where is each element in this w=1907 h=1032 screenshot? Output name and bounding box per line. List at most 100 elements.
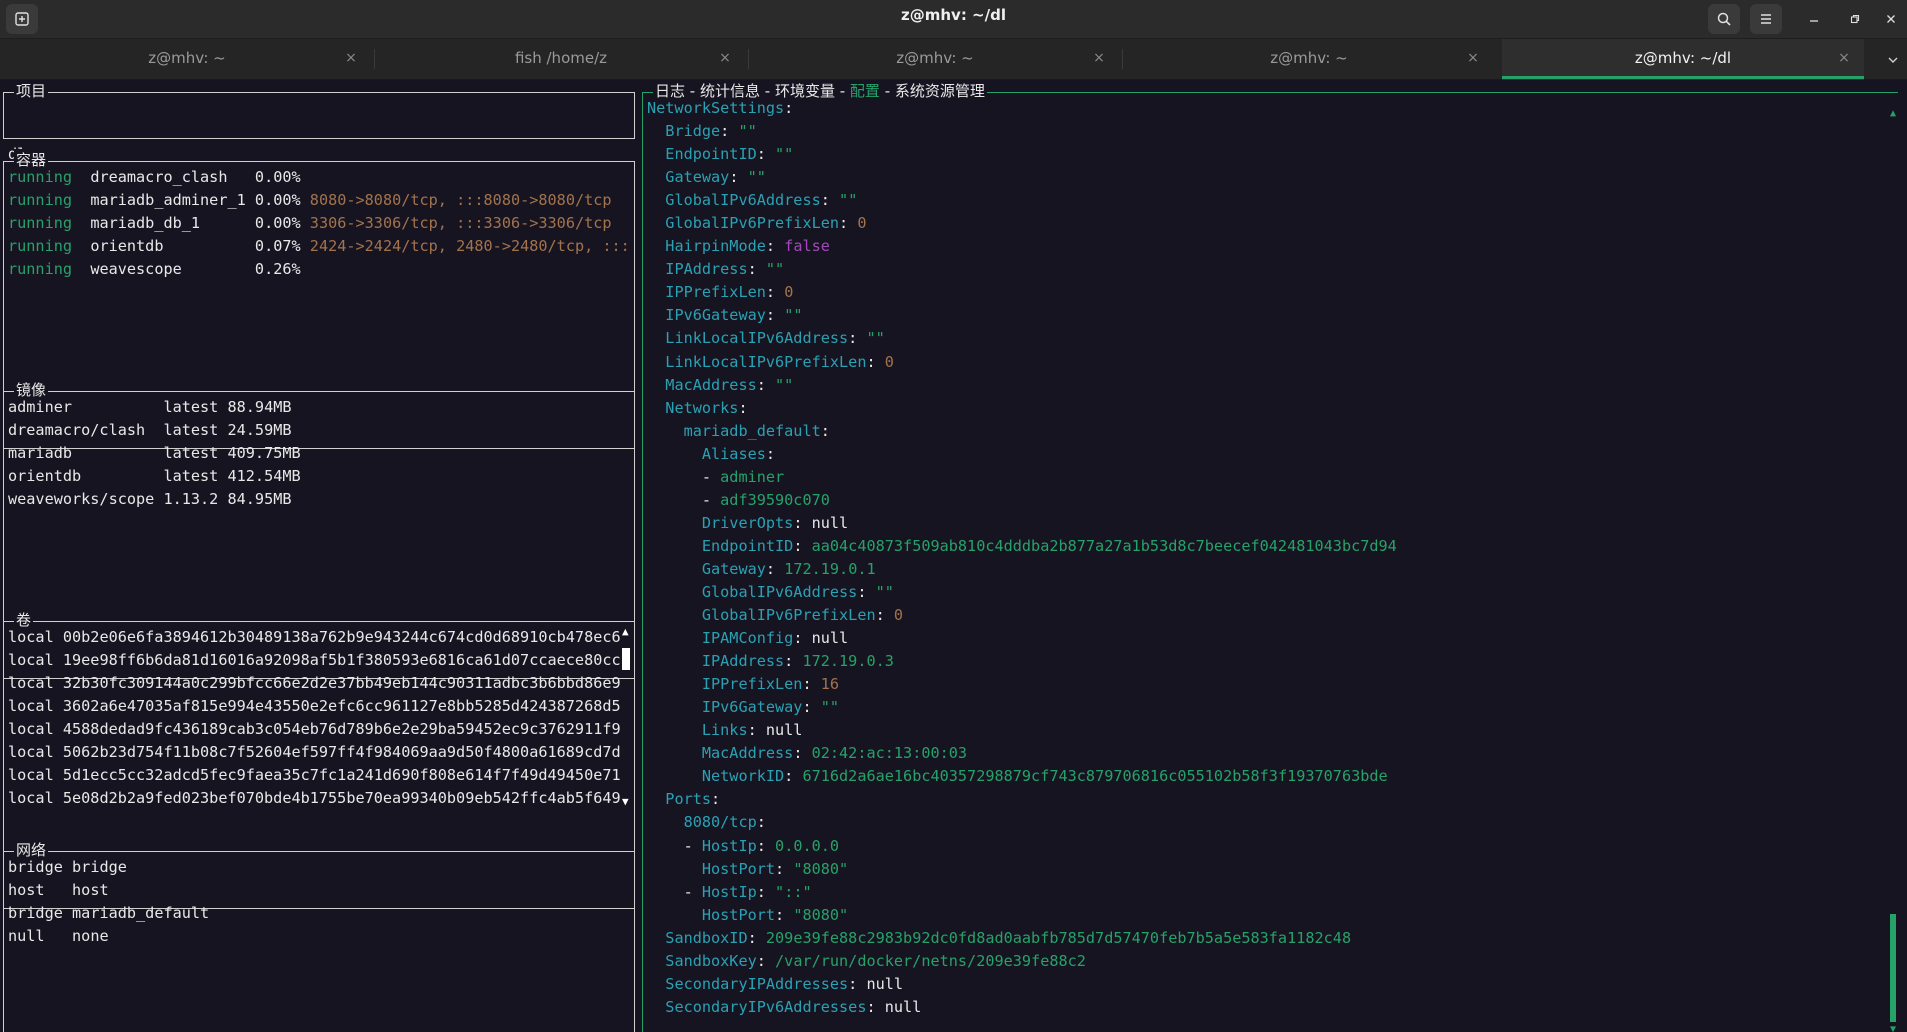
image-row[interactable]: weaveworks/scope 1.13.2 84.95MB [8,488,630,511]
detail-scrollbar[interactable]: ▲ ▼ [1888,109,1898,1032]
config-yaml: NetworkSettings: Bridge: "" EndpointID: … [647,97,1867,1019]
minimize-button[interactable] [1798,4,1830,34]
scroll-up-arrow[interactable]: ▲ [1888,109,1898,119]
volume-row[interactable]: local 5e08d2b2a9fed023bef070bde4b1755be7… [8,787,620,810]
yaml-line: Ports: [647,788,1867,811]
tab-2[interactable]: fish /home/z × [374,39,748,80]
close-icon[interactable]: × [343,50,359,66]
yaml-line: - HostIp: 0.0.0.0 [647,835,1867,858]
tab-bar: z@mhv: ~ × fish /home/z × z@mhv: ~ × z@m… [0,39,1907,80]
yaml-punct: : [820,421,830,440]
yaml-punct [647,952,665,970]
volume-row[interactable]: local 00b2e06e6fa3894612b30489138a762b9e… [8,626,620,649]
image-name: adminer [8,398,155,416]
network-row[interactable]: null none [8,925,630,948]
yaml-line: NetworkID: 6716d2a6ae16bc40357298879cf74… [647,765,1867,788]
scroll-up-arrow[interactable]: ▲ [622,626,629,638]
yaml-punct: : [738,398,748,417]
yaml-value: 0 [784,283,794,302]
yaml-punct [647,237,665,255]
tab-label: fish /home/z [514,49,608,67]
image-row[interactable]: adminer latest 88.94MB [8,396,630,419]
container-status: running [8,191,73,210]
tab-1[interactable]: z@mhv: ~ × [0,39,374,80]
yaml-line: Gateway: 172.19.0.1 [647,558,1867,581]
image-row[interactable]: dreamacro/clash latest 24.59MB [8,419,630,442]
scrollbar-thumb[interactable] [1890,914,1896,1022]
search-button[interactable] [1708,4,1740,34]
volume-row[interactable]: local 5062b23d754f11b08c7f52604ef597ff4f… [8,741,620,764]
restore-button[interactable] [1839,4,1871,34]
volumes-scrollbar[interactable]: ▲ ▼ [622,626,630,811]
yaml-punct: : [756,813,766,832]
network-row[interactable]: bridge bridge [8,856,630,879]
scrollbar-track[interactable] [1890,121,1896,1023]
scroll-down-arrow[interactable]: ▼ [622,796,629,808]
close-icon[interactable]: × [1836,50,1852,66]
network-row[interactable]: bridge mariadb_default [8,902,630,925]
volume-row[interactable]: local 19ee98ff6b6da81d16016a92098af5b1f3… [8,649,620,672]
tab-label: z@mhv: ~ [1270,49,1348,67]
yaml-key: HostPort [701,905,776,924]
tab-3[interactable]: z@mhv: ~ × [748,39,1122,80]
yaml-punct [647,145,665,163]
yaml-punct [647,191,665,209]
yaml-punct: - [647,882,702,901]
yaml-punct: : [765,283,785,302]
container-row[interactable]: running dreamacro_clash 0.00% [8,166,630,189]
tab-4[interactable]: z@mhv: ~ × [1122,39,1496,80]
yaml-punct: : [875,606,894,625]
container-cpu: 0.26% [254,260,301,279]
new-tab-button[interactable] [6,4,38,34]
yaml-key: LinkLocalIPv6Address [665,329,849,348]
yaml-line: EndpointID: aa04c40873f509ab810c4dddba2b… [647,535,1867,558]
yaml-key: MacAddress [701,744,794,763]
yaml-punct: : [747,928,766,947]
image-row[interactable]: orientdb latest 412.54MB [8,465,630,488]
yaml-punct: - [647,467,721,486]
volume-driver: local [8,766,54,785]
volume-row[interactable]: local 3602a6e47035af815e994e43550e2efc6c… [8,695,620,718]
container-status: running [8,260,73,279]
tab-list-button[interactable] [1879,39,1907,80]
network-driver: bridge [8,858,63,876]
container-row[interactable]: running mariadb_db_1 0.00% 3306->3306/tc… [8,212,630,235]
yaml-punct [647,929,665,947]
image-row[interactable]: mariadb latest 409.75MB [8,442,630,465]
terminal[interactable]: 项目 dl 容器 running dreamacro_clash 0.00% r… [0,80,1907,1032]
close-icon[interactable]: × [717,50,733,66]
volume-row[interactable]: local 4588dedad9fc436189cab3c054eb76d789… [8,718,620,741]
yaml-line: SecondaryIPv6Addresses: null [647,996,1867,1019]
close-icon[interactable]: × [1465,50,1481,66]
yaml-punct: : [756,375,776,394]
yaml-punct: : [802,698,821,717]
yaml-line: Aliases: [647,443,1867,466]
chevron-down-icon [1888,57,1898,63]
yaml-value: "" [738,122,757,141]
image-name: orientdb [8,467,155,486]
scroll-down-arrow[interactable]: ▼ [1888,1025,1898,1032]
yaml-value: "" [775,375,794,394]
volume-row[interactable]: local 5d1ecc5cc32adcd5fec9faea35c7fc1a24… [8,764,620,787]
volume-row[interactable]: local 32b30fc309144a0c299bfcc66e2d2e37bb… [8,672,620,695]
yaml-line: 8080/tcp: [647,811,1867,834]
container-status: running [8,237,73,256]
yaml-key: GlobalIPv6Address [665,191,821,210]
close-window-button[interactable] [1875,4,1907,34]
scrollbar-thumb[interactable] [622,648,630,670]
yaml-key: NetworkSettings [647,99,785,117]
yaml-key: IPv6Gateway [701,698,803,717]
yaml-punct: - [647,490,721,509]
container-row[interactable]: running mariadb_adminer_1 0.00% 8080->80… [8,189,630,212]
yaml-line: MacAddress: 02:42:ac:13:00:03 [647,742,1867,765]
menu-button[interactable] [1750,4,1782,34]
image-name: weaveworks/scope [8,490,155,509]
network-row[interactable]: host host [8,879,630,902]
yaml-line: GlobalIPv6Address: "" [647,189,1867,212]
tab-5[interactable]: z@mhv: ~/dl × [1502,39,1864,80]
container-row[interactable]: running orientdb 0.07% 2424->2424/tcp, 2… [8,235,630,258]
close-icon[interactable]: × [1091,50,1107,66]
yaml-line: IPv6Gateway: "" [647,304,1867,327]
yaml-key: HostIp [701,836,757,855]
container-row[interactable]: running weavescope 0.26% [8,258,630,281]
